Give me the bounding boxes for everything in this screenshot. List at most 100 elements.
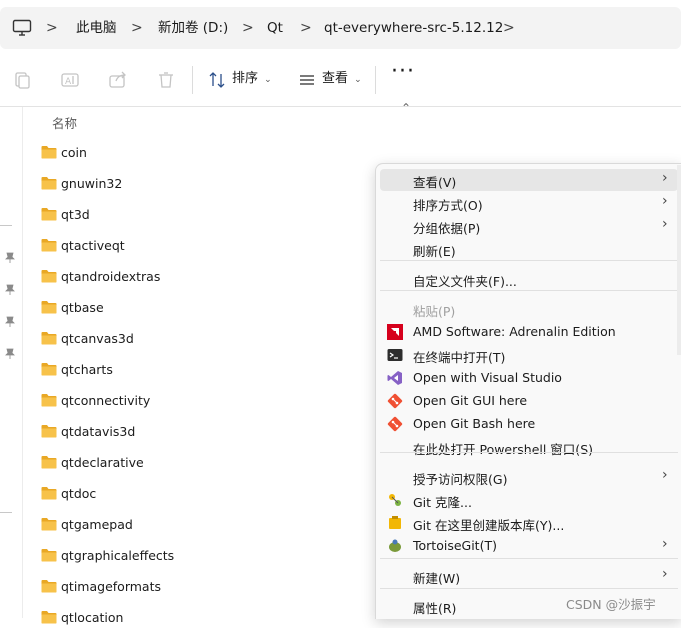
breadcrumb-separator[interactable]: > xyxy=(242,7,254,49)
context-menu-item[interactable]: Open Git GUI here xyxy=(380,390,678,412)
view-icon[interactable] xyxy=(297,70,317,90)
file-name: qtcanvas3d xyxy=(61,331,134,346)
sort-icon[interactable] xyxy=(207,70,227,90)
context-menu-item: 粘贴(P) xyxy=(380,298,678,320)
copy-icon[interactable] xyxy=(12,70,32,90)
folder-icon xyxy=(41,611,57,624)
pin-icon[interactable] xyxy=(5,348,15,360)
more-options-button[interactable]: ··· xyxy=(391,61,415,83)
folder-icon xyxy=(41,239,57,252)
menu-item-label: 排序方式(O) xyxy=(413,198,483,213)
menu-item-label: 在此处打开 Powershell 窗口(S) xyxy=(413,442,593,457)
chevron-right-icon: › xyxy=(662,536,668,552)
file-name: qtgraphicaleffects xyxy=(61,548,175,563)
file-name: qtbase xyxy=(61,300,104,315)
folder-icon xyxy=(41,456,57,469)
pin-icon[interactable] xyxy=(5,252,15,264)
folder-icon xyxy=(41,270,57,283)
context-menu-item[interactable]: 授予访问权限(G) › xyxy=(380,466,678,488)
folder-icon xyxy=(41,394,57,407)
context-menu-item[interactable]: Open with Visual Studio xyxy=(380,367,678,389)
context-menu-item[interactable]: 在终端中打开(T) xyxy=(380,344,678,366)
view-button[interactable]: 查看 ⌄ xyxy=(322,56,362,106)
delete-icon[interactable] xyxy=(156,70,176,90)
file-name: qtdeclarative xyxy=(61,455,144,470)
nav-divider xyxy=(0,225,12,226)
context-menu-item[interactable]: 自定义文件夹(F)... xyxy=(380,268,678,290)
file-name: qtconnectivity xyxy=(61,393,151,408)
chevron-right-icon: › xyxy=(662,216,668,232)
tortoisegit-icon xyxy=(389,539,401,552)
file-name: qtgamepad xyxy=(61,517,133,532)
context-menu-scrollbar[interactable] xyxy=(677,165,681,355)
context-menu-item[interactable]: 刷新(E) xyxy=(380,238,678,260)
context-menu-item[interactable]: AMD Software: Adrenalin Edition xyxy=(380,321,678,343)
folder-icon xyxy=(41,549,57,562)
menu-item-label: 自定义文件夹(F)... xyxy=(413,274,517,289)
context-menu-item[interactable]: Git 在这里创建版本库(Y)... xyxy=(380,512,678,534)
breadcrumb-item-this-pc[interactable]: 此电脑 xyxy=(76,7,117,49)
column-header-name[interactable]: 名称 xyxy=(52,113,77,132)
breadcrumb-item-drive-d[interactable]: 新加卷 (D:) xyxy=(158,7,228,49)
sort-button[interactable]: 排序 ⌄ xyxy=(232,56,272,106)
file-name: qtandroidextras xyxy=(61,269,161,284)
rename-icon[interactable]: A xyxy=(60,70,80,90)
folder-icon xyxy=(41,146,57,159)
context-menu-item[interactable]: 排序方式(O) › xyxy=(380,192,678,214)
folder-icon xyxy=(41,208,57,221)
menu-item-label: 刷新(E) xyxy=(413,244,456,259)
breadcrumb-separator[interactable]: > xyxy=(503,7,515,49)
pin-icon[interactable] xyxy=(5,316,15,328)
sort-ascending-icon: ⌃ xyxy=(401,101,412,115)
breadcrumb[interactable]: > 此电脑 > 新加卷 (D:) > Qt > qt-everywhere-sr… xyxy=(0,7,681,49)
menu-item-label: 属性(R) xyxy=(413,601,457,616)
menu-item-label: TortoiseGit(T) xyxy=(413,538,497,553)
toolbar-divider xyxy=(192,66,193,94)
context-menu-item[interactable]: 在此处打开 Powershell 窗口(S) xyxy=(380,436,678,458)
navigation-pane[interactable] xyxy=(0,107,23,618)
breadcrumb-separator[interactable]: > xyxy=(300,7,312,49)
sort-button-label: 排序 xyxy=(232,71,259,86)
menu-item-label: Open with Visual Studio xyxy=(413,370,562,385)
menu-separator xyxy=(380,588,678,589)
file-name: qtcharts xyxy=(61,362,113,377)
file-name: qtdatavis3d xyxy=(61,424,136,439)
menu-item-label: 分组依据(P) xyxy=(413,221,481,236)
menu-separator xyxy=(380,260,678,261)
context-menu-item[interactable]: 查看(V) › xyxy=(380,169,678,191)
file-name: qtdoc xyxy=(61,486,97,501)
folder-icon xyxy=(41,177,57,190)
menu-item-label: 在终端中打开(T) xyxy=(413,350,506,365)
folder-icon xyxy=(41,363,57,376)
computer-icon[interactable] xyxy=(12,19,32,37)
context-menu-item[interactable]: 分组依据(P) › xyxy=(380,215,678,237)
folder-icon xyxy=(41,425,57,438)
command-bar: A 排序 ⌄ 查看 ⌄ xyxy=(0,56,681,107)
view-button-label: 查看 xyxy=(322,71,349,86)
share-icon[interactable] xyxy=(108,70,128,90)
breadcrumb-item-qt[interactable]: Qt xyxy=(267,7,283,49)
breadcrumb-separator[interactable]: > xyxy=(131,7,143,49)
amd-icon xyxy=(387,324,403,340)
file-name: qtactiveqt xyxy=(61,238,125,253)
context-menu-item[interactable]: 新建(W) › xyxy=(380,565,678,587)
visual-studio-icon xyxy=(387,371,402,385)
breadcrumb-separator[interactable]: > xyxy=(46,7,58,49)
folder-icon xyxy=(41,518,57,531)
menu-item-label: Open Git GUI here xyxy=(413,393,528,408)
folder-icon xyxy=(41,487,57,500)
file-name: qtimageformats xyxy=(61,579,161,594)
pin-icon[interactable] xyxy=(5,284,15,296)
address-bar: > 此电脑 > 新加卷 (D:) > Qt > qt-everywhere-sr… xyxy=(0,0,681,56)
context-menu-item[interactable]: Open Git Bash here xyxy=(380,413,678,435)
toolbar-divider xyxy=(375,66,376,94)
file-name: qt3d xyxy=(61,207,90,222)
breadcrumb-item-qt-source[interactable]: qt-everywhere-src-5.12.12 xyxy=(324,7,503,49)
folder-icon xyxy=(41,332,57,345)
file-name: coin xyxy=(61,145,87,160)
menu-separator xyxy=(380,290,678,291)
context-menu-item[interactable]: TortoiseGit(T) › xyxy=(380,535,678,557)
chevron-right-icon: › xyxy=(662,566,668,582)
context-menu-item[interactable]: Git 克隆... xyxy=(380,489,678,511)
menu-item-label: Git 克隆... xyxy=(413,495,472,510)
